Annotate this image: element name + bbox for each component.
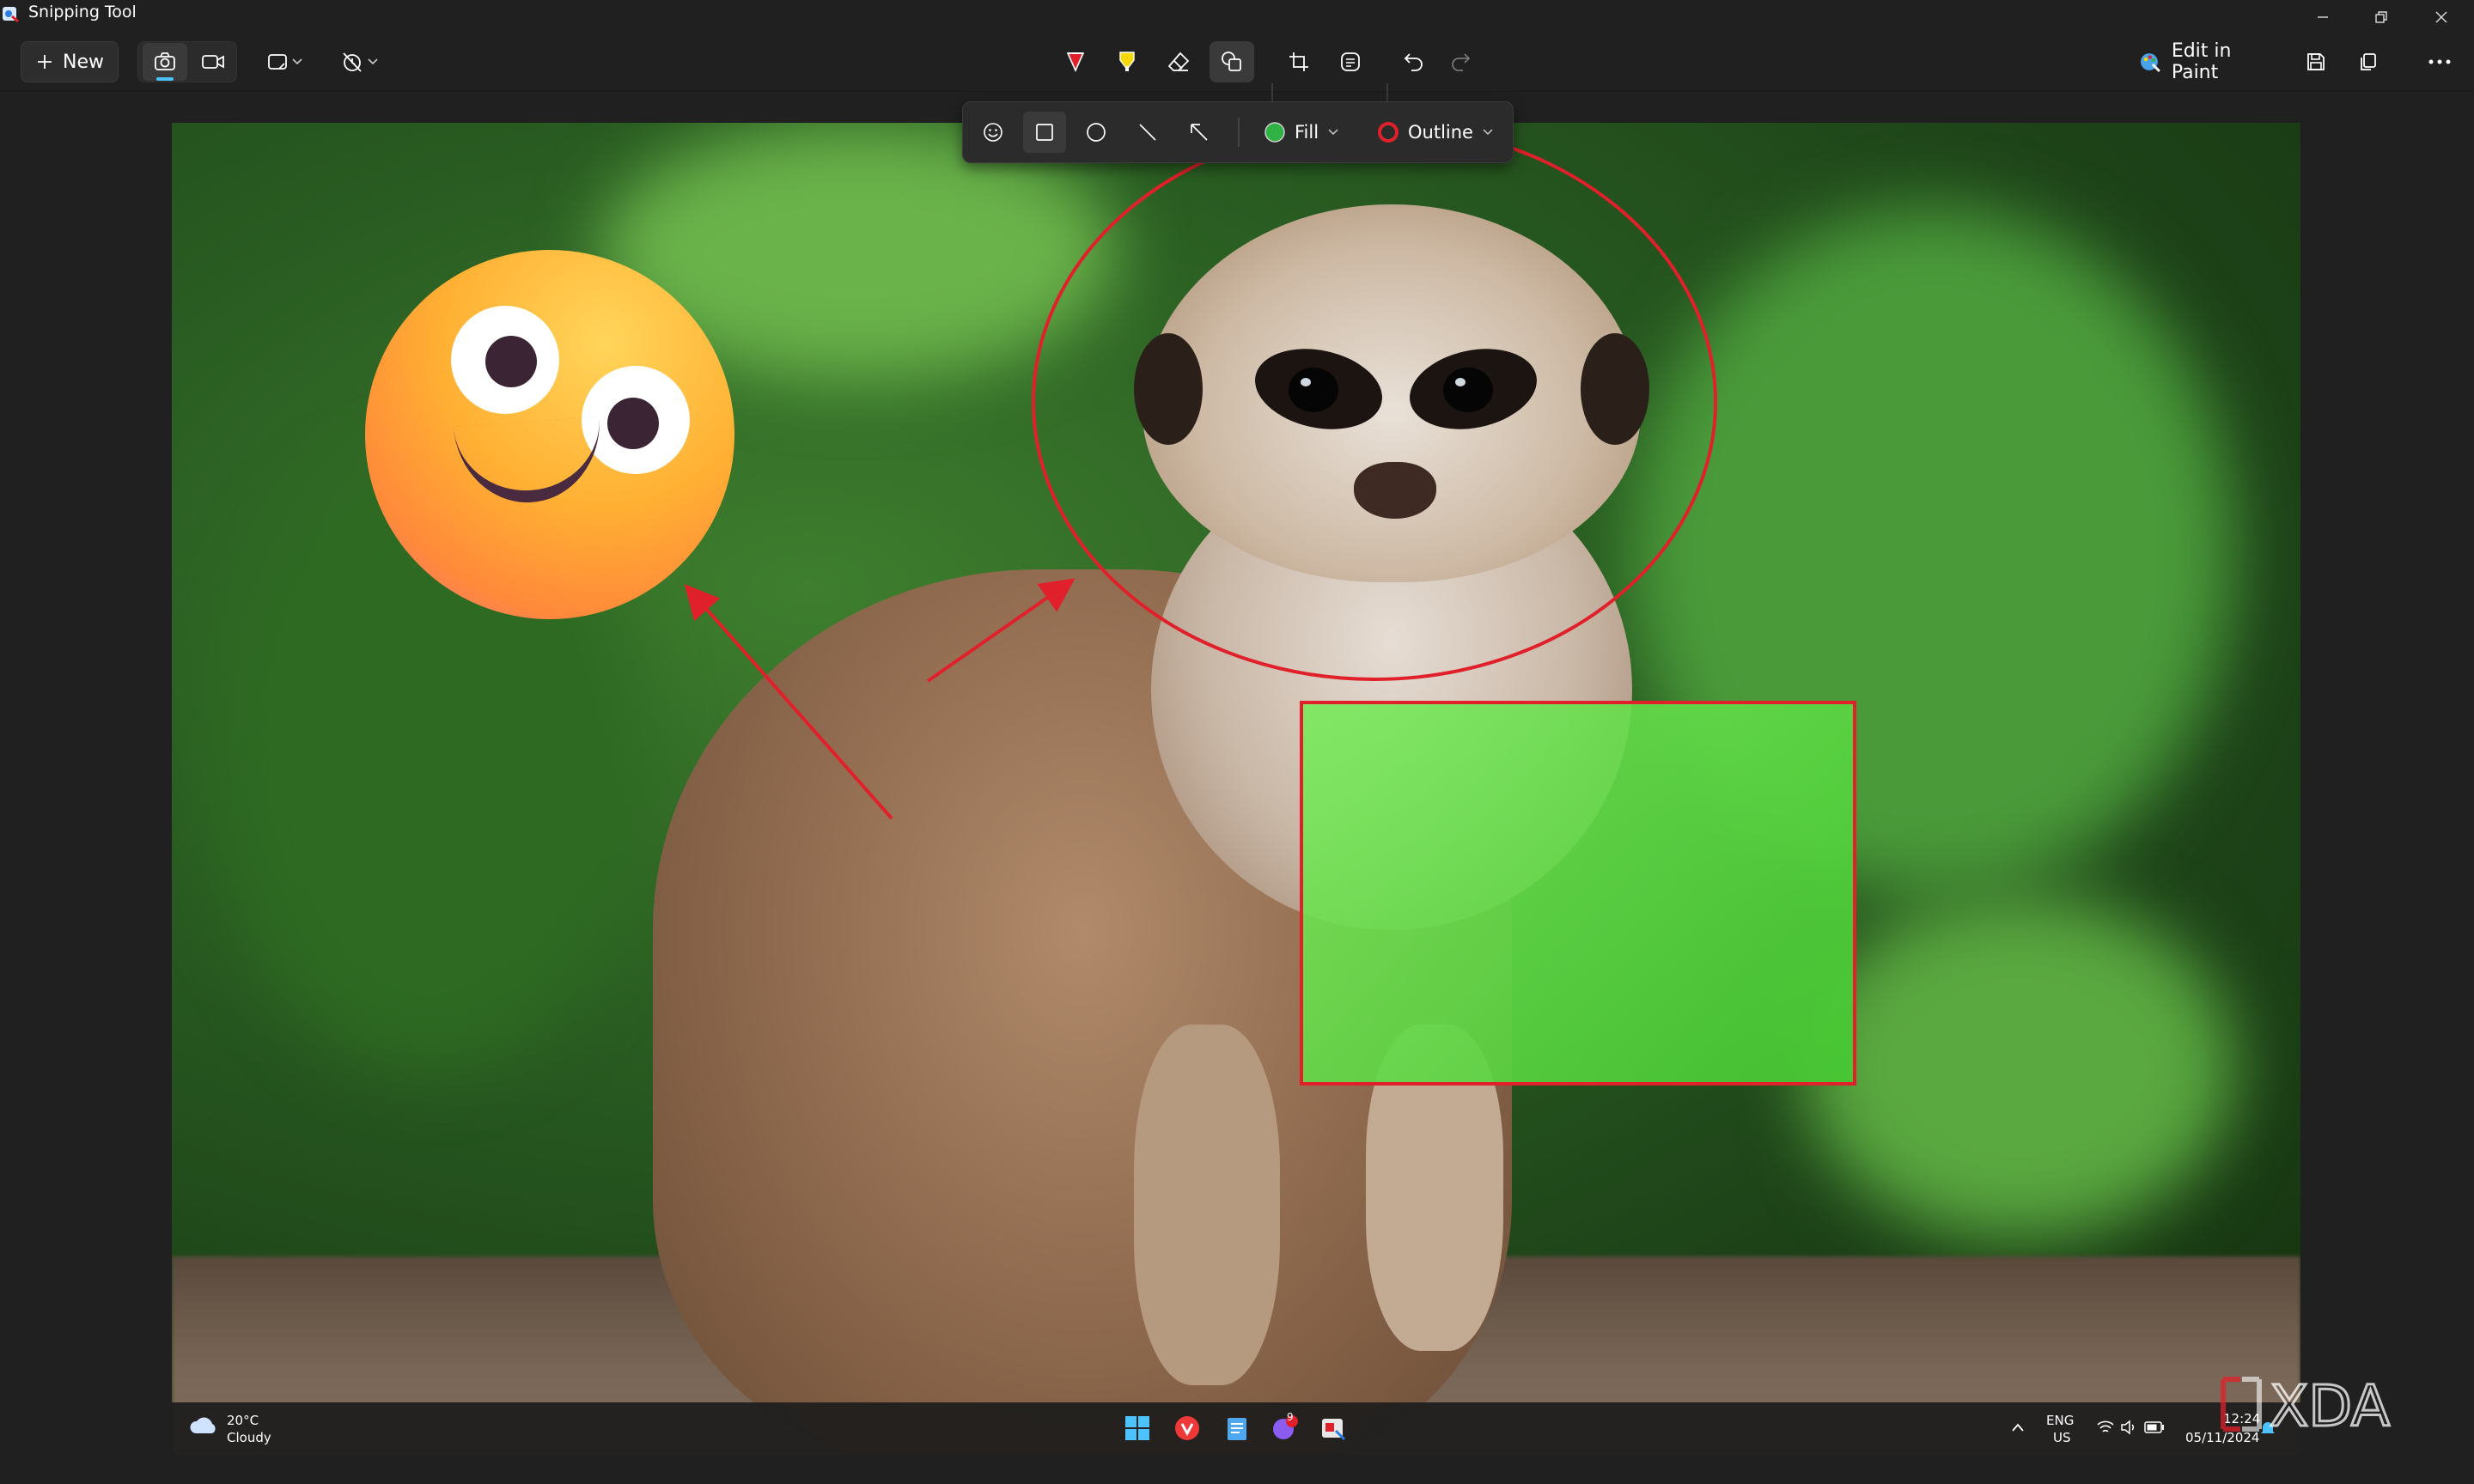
- rectangle-shape-button[interactable]: [1023, 112, 1066, 153]
- crop-icon: [1289, 52, 1308, 71]
- snip-shape-dropdown[interactable]: [258, 41, 313, 82]
- arrow-shape-button[interactable]: [1178, 112, 1221, 153]
- window-title: Snipping Tool: [28, 3, 137, 21]
- new-snip-button[interactable]: New: [21, 41, 119, 82]
- more-options-button[interactable]: [2417, 41, 2462, 82]
- annotation-shapes-layer: [684, 123, 1717, 820]
- outline-ellipse-shape[interactable]: [1032, 123, 1717, 681]
- snipping-tool-app-icon: [3, 7, 19, 23]
- eraser-button[interactable]: [1158, 41, 1199, 82]
- fill-color-dropdown[interactable]: Fill: [1250, 112, 1353, 153]
- screenshot-canvas[interactable]: 20°C Cloudy 9 ENG US 12:24 05/11/2024: [172, 123, 2300, 1454]
- flyout-separator: [1238, 118, 1240, 147]
- new-button-label: New: [63, 51, 104, 73]
- highlighter-button[interactable]: [1106, 41, 1148, 82]
- highlighter-icon: [1119, 52, 1135, 71]
- language-code[interactable]: ENG: [2046, 1413, 2074, 1428]
- undo-button[interactable]: [1393, 41, 1435, 82]
- copy-button[interactable]: [2347, 41, 2388, 82]
- taskbar-vivaldi[interactable]: [1172, 1413, 1203, 1444]
- battery-icon[interactable]: [2144, 1420, 2165, 1434]
- restore-button[interactable]: [2355, 0, 2407, 34]
- vivaldi-icon: [1175, 1416, 1199, 1440]
- outline-color-swatch-icon: [1378, 122, 1398, 143]
- camera-icon: [155, 52, 175, 70]
- title-bar: Snipping Tool: [0, 0, 2474, 34]
- fill-label: Fill: [1294, 122, 1319, 143]
- active-mode-indicator: [156, 77, 174, 81]
- text-actions-button[interactable]: [1330, 41, 1371, 82]
- screenshot-mode-button[interactable]: [143, 43, 187, 81]
- copy-icon: [2361, 53, 2376, 70]
- shapes-button[interactable]: [1210, 41, 1254, 82]
- minimize-button[interactable]: [2297, 0, 2349, 34]
- ellipse-shape-button[interactable]: [1075, 112, 1118, 153]
- language-region[interactable]: US: [2053, 1430, 2071, 1445]
- save-icon: [2307, 53, 2325, 70]
- more-icon: [2428, 59, 2451, 64]
- save-button[interactable]: [2295, 41, 2337, 82]
- volume-icon[interactable]: [2120, 1420, 2137, 1435]
- undo-icon: [1404, 53, 1423, 71]
- notification-badge: 9: [1287, 1411, 1294, 1423]
- arrow-icon: [1191, 124, 1208, 141]
- chevron-up-icon[interactable]: [2010, 1421, 2026, 1433]
- edit-in-paint-label: Edit in Paint: [2171, 40, 2232, 83]
- fill-color-swatch-icon: [1264, 122, 1285, 143]
- snip-shape-icon: [268, 54, 302, 70]
- chat-app-icon: [1273, 1415, 1298, 1439]
- restore-icon: [2375, 11, 2387, 23]
- taskbar-chat-app[interactable]: 9: [1270, 1411, 1301, 1444]
- line-icon: [1139, 124, 1156, 141]
- start-button[interactable]: [1122, 1413, 1153, 1444]
- pen-icon: [1066, 52, 1085, 72]
- timer-icon: [343, 52, 378, 72]
- windows-taskbar: 20°C Cloudy 9 ENG US 12:24 05/11/2024: [172, 1402, 2300, 1454]
- delay-timer-dropdown[interactable]: [333, 41, 388, 82]
- redo-icon: [1452, 53, 1471, 71]
- chevron-down-icon: [1483, 129, 1493, 136]
- main-toolbar: New Edit in Paint: [0, 34, 2474, 109]
- close-button[interactable]: [2416, 0, 2467, 34]
- xda-watermark-logo: XDA: [2221, 1374, 2392, 1434]
- ellipse-icon: [1087, 123, 1106, 142]
- weather-description: Cloudy: [227, 1430, 271, 1445]
- edit-in-paint-button[interactable]: Edit in Paint: [2139, 40, 2283, 83]
- outline-label: Outline: [1408, 122, 1473, 143]
- taskbar-notepad[interactable]: [1222, 1413, 1252, 1444]
- crop-button[interactable]: [1278, 41, 1319, 82]
- taskbar-snipping-tool[interactable]: [1318, 1413, 1349, 1444]
- arrow-to-emoji[interactable]: [684, 584, 893, 820]
- shapes-icon: [1222, 52, 1241, 71]
- redo-button[interactable]: [1440, 41, 1481, 82]
- close-icon: [2435, 11, 2447, 23]
- minimize-icon: [2318, 16, 2328, 18]
- arrow-to-meerkat-head[interactable]: [926, 578, 1076, 683]
- eraser-icon: [1167, 52, 1190, 71]
- shape-options-flyout: Fill Outline: [962, 101, 1514, 163]
- text-actions-icon: [1341, 52, 1360, 71]
- ballpoint-pen-button[interactable]: [1055, 41, 1096, 82]
- video-mode-button[interactable]: [191, 43, 235, 81]
- chevron-down-icon: [1328, 129, 1338, 136]
- video-icon: [202, 55, 224, 69]
- outline-color-dropdown[interactable]: Outline: [1367, 112, 1504, 153]
- emoji-sticker-button[interactable]: [972, 112, 1015, 153]
- notepad-icon: [1228, 1418, 1246, 1440]
- watermark-text: XDA: [2270, 1374, 2390, 1434]
- smiley-icon: [984, 123, 1002, 142]
- windows-logo-icon: [1125, 1416, 1149, 1440]
- weather-temperature: 20°C: [227, 1413, 259, 1428]
- wifi-icon[interactable]: [2096, 1420, 2115, 1435]
- snipping-tool-icon: [1322, 1419, 1346, 1441]
- line-shape-button[interactable]: [1126, 112, 1169, 153]
- paint-icon: [2140, 53, 2160, 72]
- rectangle-icon: [1036, 124, 1053, 141]
- cloudy-weather-icon: [190, 1417, 216, 1433]
- plus-icon: [38, 55, 52, 69]
